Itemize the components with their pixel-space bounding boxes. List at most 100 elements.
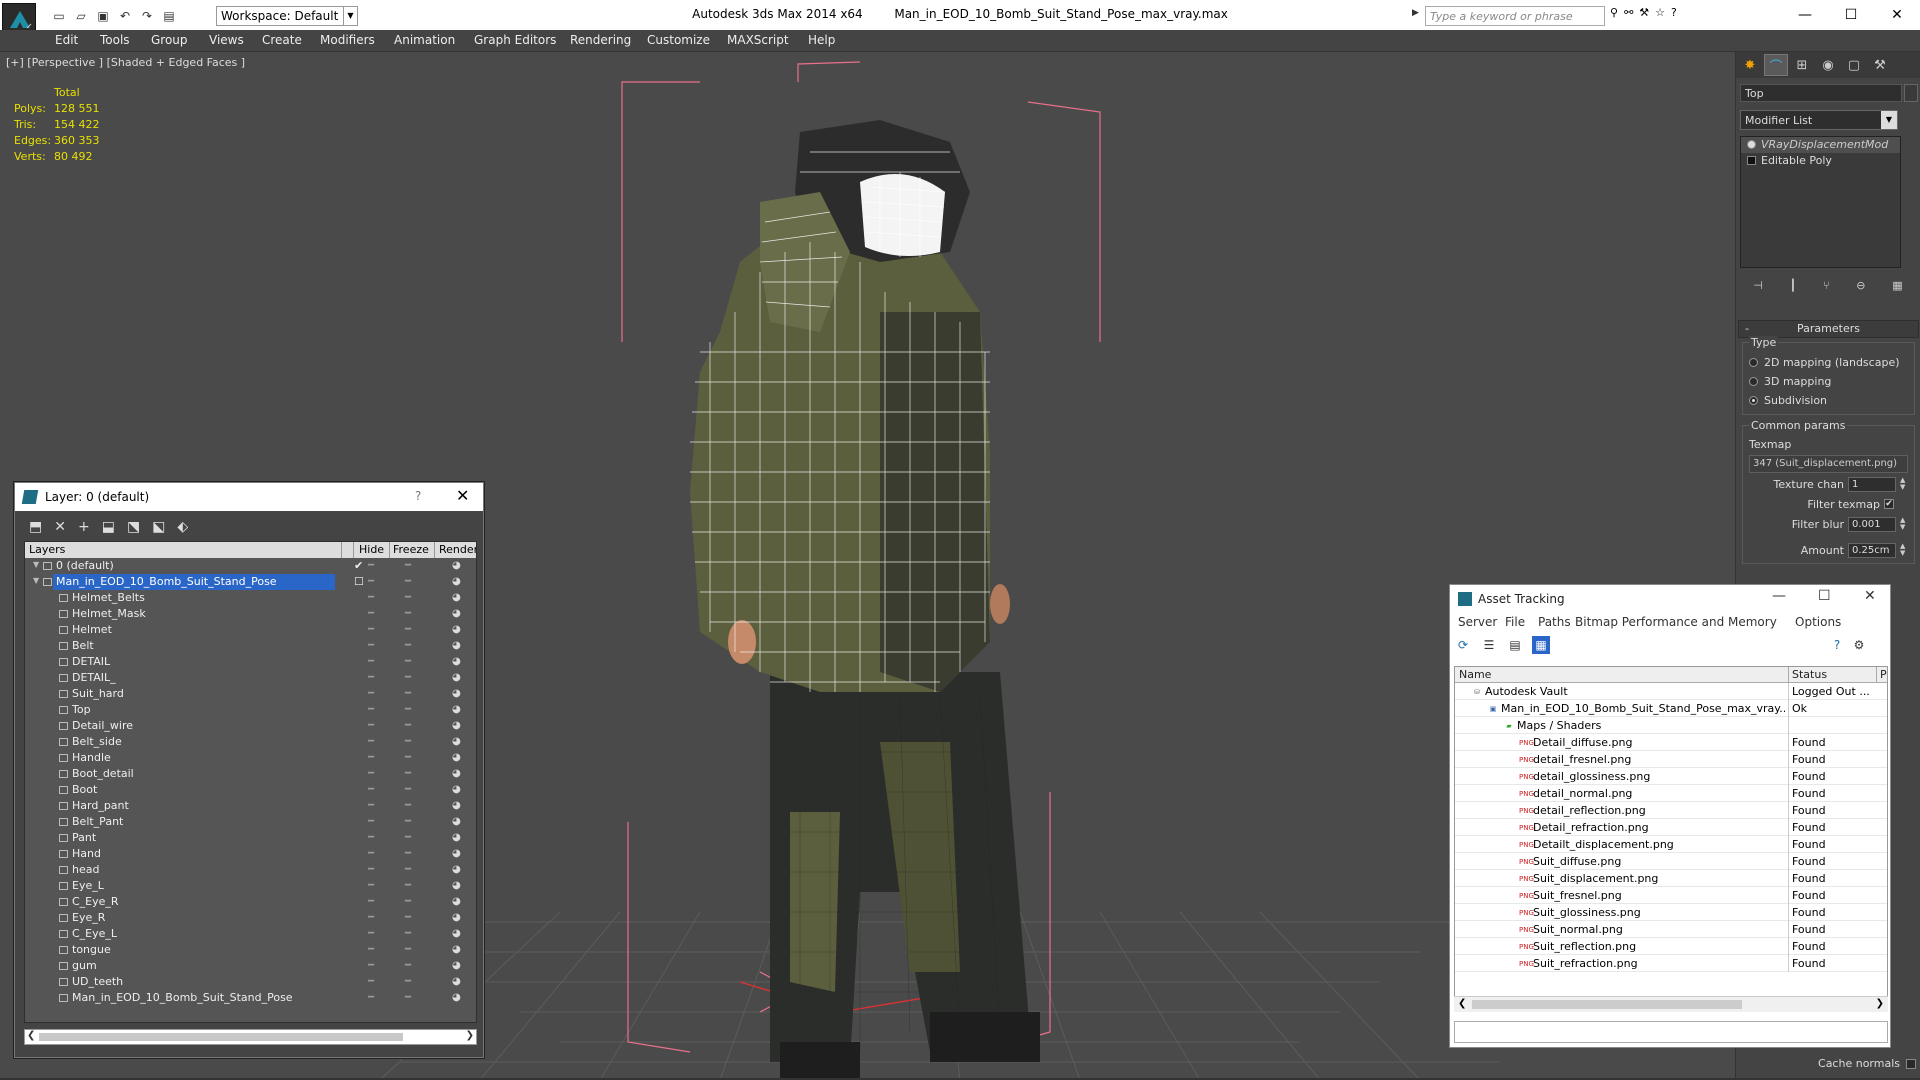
hide-toggle-icon[interactable]: ━ — [368, 622, 374, 638]
layer-row[interactable]: head ━ ━ ◕ — [25, 862, 476, 878]
layer-row[interactable]: C_Eye_L ━ ━ ◕ — [25, 926, 476, 942]
layer-row[interactable]: Helmet_Mask ━ ━ ◕ — [25, 606, 476, 622]
hide-toggle-icon[interactable]: ━ — [368, 894, 374, 910]
modify-tab-icon[interactable]: ⌒ — [1764, 54, 1788, 76]
render-teapot-icon[interactable]: ◕ — [452, 782, 461, 798]
column-layers[interactable]: Layers — [29, 543, 65, 556]
scroll-right-icon[interactable]: ❯ — [466, 1030, 474, 1041]
save-file-icon[interactable]: ▣ — [94, 7, 112, 25]
search-input[interactable]: Type a keyword or phrase — [1425, 6, 1605, 26]
help-button[interactable]: ? — [415, 489, 421, 503]
menu-rendering[interactable]: Rendering — [570, 33, 631, 47]
asset-row[interactable]: PNG Suit_fresnel.png Found — [1455, 887, 1887, 904]
layer-row[interactable]: ▼ Man_in_EOD_10_Bomb_Suit_Stand_Pose ☐ ━ ━ ◕ — [25, 574, 476, 590]
workspace-dropdown[interactable]: Workspace: Default ▼ — [216, 6, 358, 26]
minimize-button[interactable]: — — [1772, 588, 1786, 604]
freeze-toggle-icon[interactable]: ━ — [405, 734, 411, 750]
layer-row[interactable]: Detail_wire ━ ━ ◕ — [25, 718, 476, 734]
radio-button-icon[interactable] — [1749, 377, 1758, 386]
modifier-stack-item[interactable]: Editable Poly — [1741, 153, 1900, 169]
render-teapot-icon[interactable]: ◕ — [452, 878, 461, 894]
scroll-left-icon[interactable]: ❮ — [27, 1030, 35, 1041]
current-layer-box-icon[interactable]: ☐ — [354, 574, 364, 590]
hide-all-icon[interactable]: ⬕ — [152, 519, 165, 535]
layer-row[interactable]: Suit_hard ━ ━ ◕ — [25, 686, 476, 702]
hide-toggle-icon[interactable]: ━ — [368, 558, 374, 574]
hide-toggle-icon[interactable]: ━ — [368, 574, 374, 590]
layer-row[interactable]: DETAIL_ ━ ━ ◕ — [25, 670, 476, 686]
modifier-stack-item[interactable]: VRayDisplacementMod — [1741, 137, 1900, 153]
render-teapot-icon[interactable]: ◕ — [452, 814, 461, 830]
expand-toggle-icon[interactable]: ▼ — [33, 577, 39, 585]
asset-row[interactable]: PNG detail_fresnel.png Found — [1455, 751, 1887, 768]
close-button[interactable]: ✕ — [1864, 588, 1876, 604]
maximize-button[interactable]: ☐ — [1818, 588, 1831, 604]
asset-row[interactable]: PNG Detail_diffuse.png Found — [1455, 734, 1887, 751]
hierarchy-tab-icon[interactable]: ⊞ — [1790, 54, 1814, 76]
hide-toggle-icon[interactable]: ━ — [368, 862, 374, 878]
display-tab-icon[interactable]: ▢ — [1842, 54, 1866, 76]
freeze-toggle-icon[interactable]: ━ — [405, 766, 411, 782]
radio-button-icon[interactable] — [1749, 396, 1758, 405]
freeze-toggle-icon[interactable]: ━ — [405, 958, 411, 974]
asset-row[interactable]: PNG detail_reflection.png Found — [1455, 802, 1887, 819]
remove-modifier-icon[interactable]: ⊖ — [1856, 279, 1865, 292]
column-status[interactable]: Status — [1792, 668, 1827, 681]
scroll-left-icon[interactable]: ❮ — [1458, 998, 1466, 1009]
scroll-thumb[interactable] — [1472, 1000, 1742, 1009]
utilities-tab-icon[interactable]: ⚒ — [1868, 54, 1892, 76]
asset-row[interactable]: PNG Detailt_displacement.png Found — [1455, 836, 1887, 853]
menu-edit[interactable]: Edit — [55, 33, 78, 47]
layer-row[interactable]: gum ━ ━ ◕ — [25, 958, 476, 974]
freeze-toggle-icon[interactable]: ━ — [405, 830, 411, 846]
select-objects-icon[interactable]: ⬓ — [102, 519, 115, 535]
modifier-list-dropdown[interactable]: Modifier List ▼ — [1740, 110, 1898, 130]
freeze-toggle-icon[interactable]: ━ — [405, 750, 411, 766]
close-button[interactable]: ✕ — [456, 486, 469, 505]
help-icon[interactable]: ? — [1828, 636, 1846, 654]
render-teapot-icon[interactable]: ◕ — [452, 590, 461, 606]
freeze-toggle-icon[interactable]: ━ — [405, 654, 411, 670]
layer-row[interactable]: Hard_pant ━ ━ ◕ — [25, 798, 476, 814]
help-icon[interactable]: ? — [1671, 6, 1677, 19]
layer-row[interactable]: DETAIL ━ ━ ◕ — [25, 654, 476, 670]
asset-tracking-titlebar[interactable]: Asset Tracking — ☐ ✕ — [1450, 585, 1890, 613]
subscription-icon[interactable]: ⚯ — [1624, 6, 1633, 19]
render-teapot-icon[interactable]: ◕ — [452, 718, 461, 734]
render-teapot-icon[interactable]: ◕ — [452, 638, 461, 654]
layer-row[interactable]: UD_teeth ━ ━ ◕ — [25, 974, 476, 990]
column-name[interactable]: Name — [1459, 668, 1491, 681]
settings-icon[interactable]: ⚙ — [1850, 636, 1868, 654]
render-teapot-icon[interactable]: ◕ — [452, 702, 461, 718]
layer-horizontal-scrollbar[interactable]: ❮ ❯ — [24, 1029, 477, 1045]
freeze-toggle-icon[interactable]: ━ — [405, 590, 411, 606]
asset-row[interactable]: PNG Suit_refraction.png Found — [1455, 955, 1887, 972]
render-teapot-icon[interactable]: ◕ — [452, 910, 461, 926]
hide-toggle-icon[interactable]: ━ — [368, 846, 374, 862]
add-selection-icon[interactable]: + — [78, 519, 90, 535]
thumbnail-view-icon[interactable]: ▤ — [1506, 636, 1524, 654]
freeze-toggle-icon[interactable]: ━ — [405, 574, 411, 590]
hide-toggle-icon[interactable]: ━ — [368, 670, 374, 686]
layer-row[interactable]: C_Eye_R ━ ━ ◕ — [25, 894, 476, 910]
render-teapot-icon[interactable]: ◕ — [452, 750, 461, 766]
hide-toggle-icon[interactable]: ━ — [368, 926, 374, 942]
hide-toggle-icon[interactable]: ━ — [368, 606, 374, 622]
freeze-toggle-icon[interactable]: ━ — [405, 990, 411, 1006]
freeze-toggle-icon[interactable]: ━ — [405, 910, 411, 926]
texmap-button[interactable]: 347 (Suit_displacement.png) — [1749, 455, 1908, 473]
freeze-toggle-icon[interactable]: ━ — [405, 670, 411, 686]
render-teapot-icon[interactable]: ◕ — [452, 766, 461, 782]
layer-row[interactable]: Helmet ━ ━ ◕ — [25, 622, 476, 638]
freeze-toggle-icon[interactable]: ━ — [405, 846, 411, 862]
asset-row[interactable]: PNG Suit_reflection.png Found — [1455, 938, 1887, 955]
render-teapot-icon[interactable]: ◕ — [452, 670, 461, 686]
delete-layer-icon[interactable]: ✕ — [54, 519, 66, 535]
asset-menu-server[interactable]: Server — [1458, 615, 1497, 629]
layer-row[interactable]: Helmet_Belts ━ ━ ◕ — [25, 590, 476, 606]
asset-row[interactable]: ▰ Maps / Shaders — [1455, 717, 1887, 734]
layer-row[interactable]: Hand ━ ━ ◕ — [25, 846, 476, 862]
layer-row[interactable]: Boot ━ ━ ◕ — [25, 782, 476, 798]
asset-row[interactable]: PNG Suit_glossiness.png Found — [1455, 904, 1887, 921]
new-file-icon[interactable]: ▭ — [50, 7, 68, 25]
